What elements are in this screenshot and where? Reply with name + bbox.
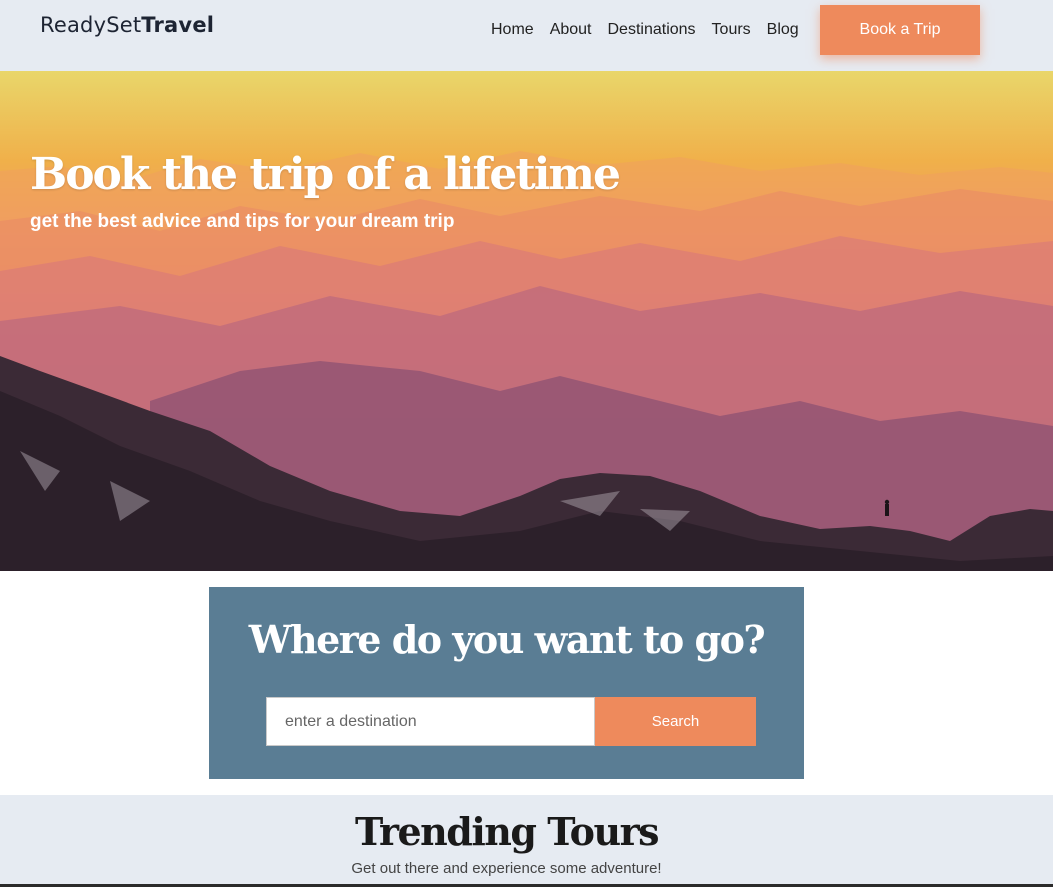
site-header: ReadySetTravel Home About Destinations T… bbox=[0, 0, 1053, 71]
nav-link-tours[interactable]: Tours bbox=[712, 20, 751, 40]
hero-title: Book the trip of a lifetime bbox=[30, 149, 621, 200]
nav-link-destinations[interactable]: Destinations bbox=[608, 20, 696, 40]
logo-bold-text: Travel bbox=[141, 13, 215, 37]
nav-link-home[interactable]: Home bbox=[491, 20, 534, 40]
search-heading: Where do you want to go? bbox=[248, 617, 766, 662]
mountain-landscape-image bbox=[0, 151, 1053, 571]
hero-subtitle: get the best advice and tips for your dr… bbox=[30, 211, 455, 232]
main-nav: Home About Destinations Tours Blog bbox=[491, 20, 815, 40]
destination-search-panel: Where do you want to go? Search bbox=[209, 587, 804, 779]
book-a-trip-button[interactable]: Book a Trip bbox=[820, 5, 980, 55]
logo-regular-text: ReadySet bbox=[40, 13, 142, 37]
nav-link-blog[interactable]: Blog bbox=[767, 20, 799, 40]
destination-search-input[interactable] bbox=[266, 697, 595, 746]
trending-subheading: Get out there and experience some advent… bbox=[351, 860, 662, 877]
nav-link-about[interactable]: About bbox=[550, 20, 592, 40]
trending-tours-section: Trending Tours Get out there and experie… bbox=[0, 795, 1053, 887]
site-logo[interactable]: ReadySetTravel bbox=[40, 13, 214, 37]
hero-banner: Book the trip of a lifetime get the best… bbox=[0, 71, 1053, 571]
search-button[interactable]: Search bbox=[595, 697, 756, 746]
trending-heading: Trending Tours bbox=[354, 809, 660, 854]
